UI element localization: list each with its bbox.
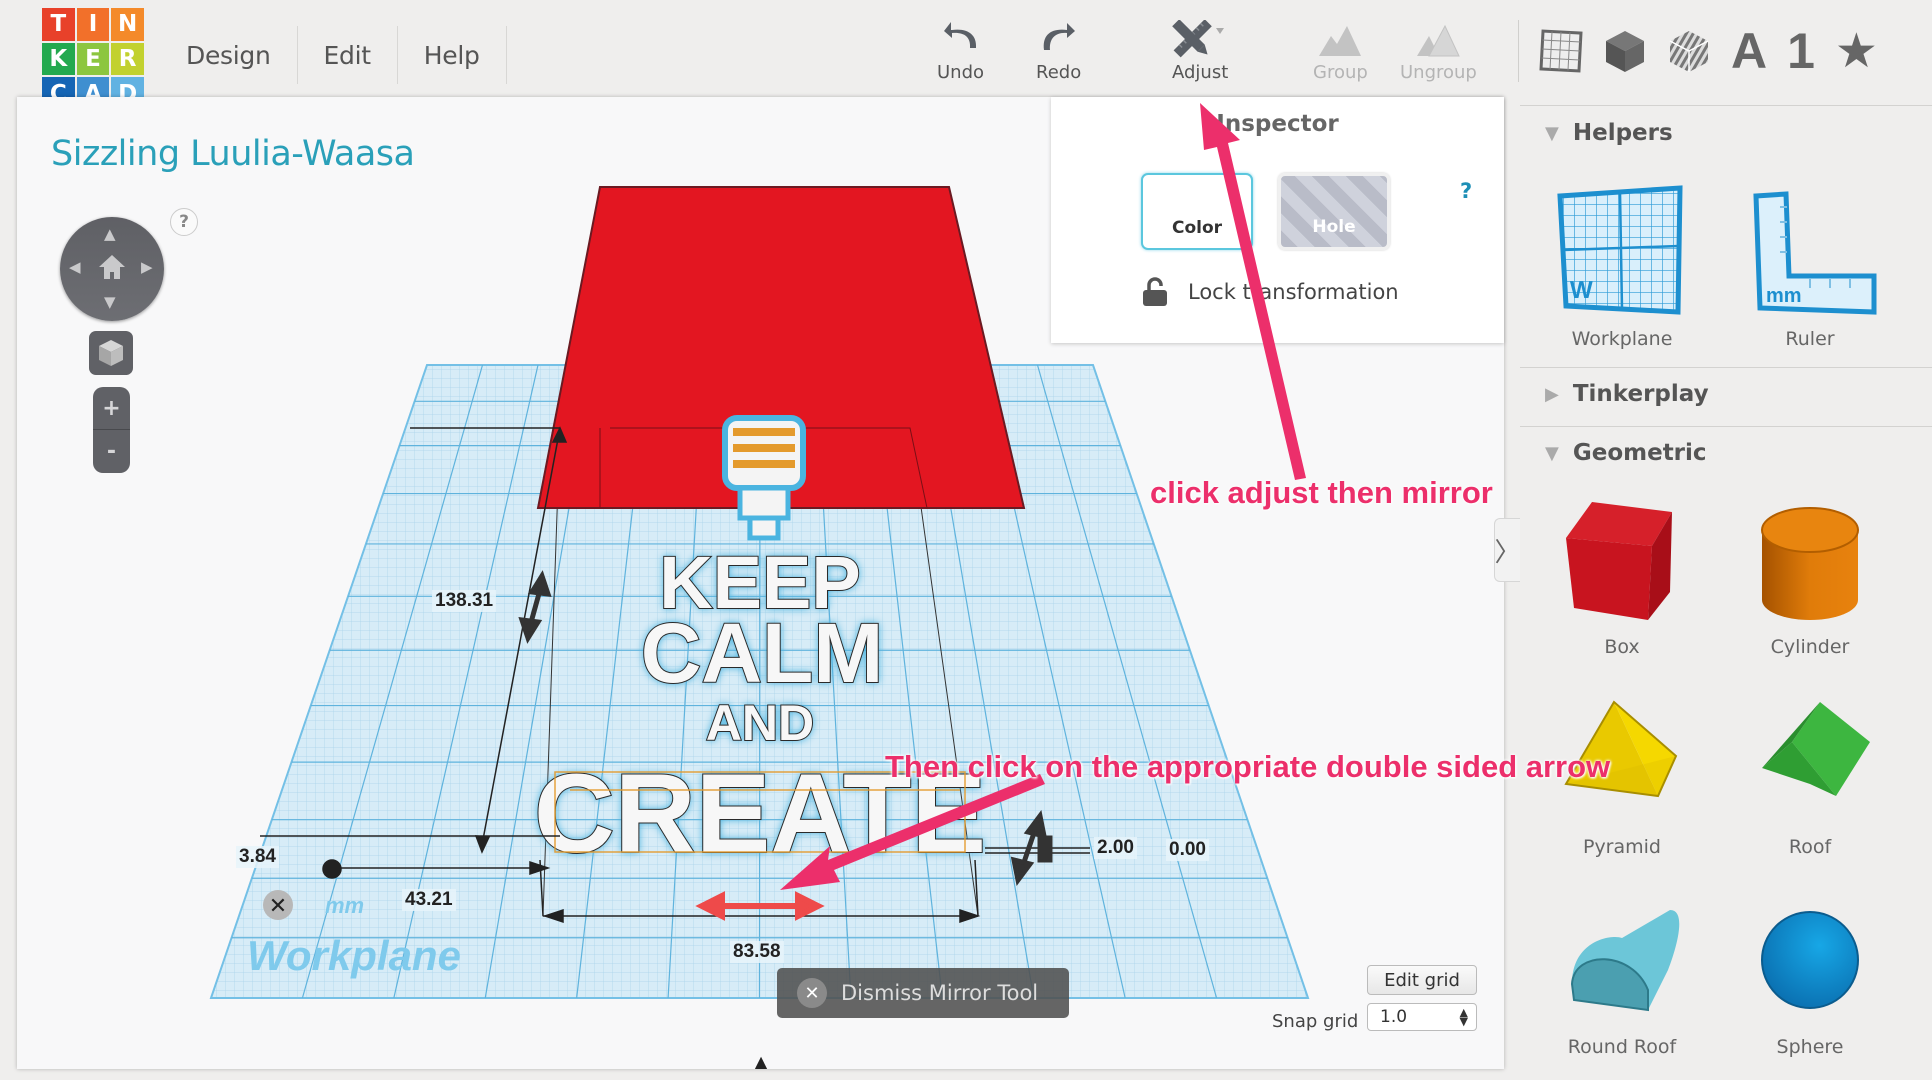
home-icon[interactable] bbox=[98, 254, 126, 280]
lock-transformation-toggle[interactable]: Lock transformation bbox=[1142, 277, 1399, 307]
shape-box[interactable]: Box bbox=[1532, 500, 1712, 658]
zoom-control: + - bbox=[93, 387, 130, 473]
sidebar-collapse-button[interactable]: 〉 bbox=[1494, 518, 1521, 582]
expanded-triangle-icon: ▼ bbox=[1545, 442, 1559, 464]
section-divider bbox=[1520, 426, 1932, 427]
dismiss-label: Dismiss Mirror Tool bbox=[841, 981, 1039, 1005]
shape-label: Cylinder bbox=[1770, 636, 1850, 658]
orbit-down-icon[interactable]: ▼ bbox=[104, 293, 116, 311]
inspector-title: Inspector bbox=[1216, 111, 1339, 137]
color-swatch-button[interactable]: Color bbox=[1141, 173, 1253, 250]
svg-text:mm: mm bbox=[1766, 285, 1802, 307]
elevation-value[interactable]: 0.00 bbox=[1166, 839, 1209, 861]
unlock-icon bbox=[1143, 277, 1167, 306]
section-title: Tinkerplay bbox=[1572, 381, 1709, 407]
inspector-help-button[interactable]: ? bbox=[1460, 179, 1472, 203]
depth-value[interactable]: 138.31 bbox=[432, 590, 497, 612]
sphere-shape-icon bbox=[1761, 911, 1859, 1009]
inspector-panel: Inspector Color Hole ? Lock transformati… bbox=[1051, 97, 1504, 343]
shape-roof[interactable]: Roof bbox=[1720, 700, 1900, 858]
shape-label: Ruler bbox=[1785, 328, 1835, 350]
section-helpers-header[interactable]: ▼ Helpers bbox=[1545, 120, 1673, 146]
section-title: Helpers bbox=[1572, 120, 1673, 146]
section-geometric-header[interactable]: ▼ Geometric bbox=[1545, 440, 1707, 466]
width-value[interactable]: 83.58 bbox=[730, 941, 784, 963]
orbit-up-icon[interactable]: ▲ bbox=[104, 225, 116, 243]
y-offset-value[interactable]: 43.21 bbox=[402, 889, 456, 911]
shape-label: Sphere bbox=[1776, 1036, 1844, 1058]
orbit-left-icon[interactable]: ◀ bbox=[69, 258, 81, 276]
shape-workplane[interactable]: W Workplane bbox=[1532, 182, 1712, 350]
section-tinkerplay-header[interactable]: ▶ Tinkerplay bbox=[1545, 381, 1709, 407]
roof-shape-icon bbox=[1762, 702, 1870, 796]
view-cube-button[interactable] bbox=[89, 331, 133, 375]
orbit-control[interactable]: ▲ ▼ ◀ ▶ bbox=[60, 217, 164, 321]
height-value[interactable]: 2.00 bbox=[1094, 837, 1137, 859]
workplane-watermark: Workplane bbox=[247, 932, 461, 979]
shape-label: Workplane bbox=[1571, 328, 1673, 350]
round-roof-shape-icon bbox=[1570, 910, 1680, 1012]
model-text-and[interactable]: AND bbox=[705, 694, 815, 752]
expanded-triangle-icon: ▼ bbox=[1545, 122, 1559, 144]
ruler-helper-icon: mm bbox=[1753, 191, 1877, 315]
x-offset-value[interactable]: 3.84 bbox=[236, 846, 279, 868]
model-text-calm[interactable]: CALM bbox=[640, 605, 885, 701]
snap-grid-label: Snap grid bbox=[1272, 1011, 1359, 1032]
hole-swatch-button[interactable]: Hole bbox=[1278, 173, 1390, 250]
shape-label: Roof bbox=[1788, 836, 1832, 858]
edit-grid-button[interactable]: Edit grid bbox=[1367, 965, 1477, 995]
tinkercad-app: T I N K E R C A D Design Edit Help Undo … bbox=[0, 0, 1932, 1080]
zoom-in-button[interactable]: + bbox=[93, 387, 130, 430]
stepper-arrows-icon: ▲ ▼ bbox=[1459, 1006, 1468, 1028]
units-label: mm bbox=[325, 893, 364, 918]
shape-cylinder[interactable]: Cylinder bbox=[1720, 500, 1900, 658]
shape-label: Pyramid bbox=[1582, 836, 1661, 858]
snap-grid-select[interactable]: 1.0 ▲ ▼ bbox=[1367, 1003, 1477, 1031]
shape-round-roof[interactable]: Round Roof bbox=[1532, 900, 1712, 1058]
dismiss-mirror-tool-button[interactable]: ✕ Dismiss Mirror Tool bbox=[777, 968, 1069, 1018]
workplane-helper-icon: W bbox=[1557, 185, 1683, 315]
lock-transformation-label: Lock transformation bbox=[1188, 280, 1399, 304]
cylinder-shape-icon bbox=[1761, 507, 1859, 620]
orbit-right-icon[interactable]: ▶ bbox=[141, 258, 153, 276]
svg-text:✕: ✕ bbox=[269, 894, 287, 919]
section-title: Geometric bbox=[1572, 440, 1707, 466]
view-help-button[interactable]: ? bbox=[170, 208, 198, 236]
shape-label: Box bbox=[1604, 636, 1640, 658]
close-icon: ✕ bbox=[797, 978, 827, 1008]
annotation-double-arrow: Then click on the appropriate double sid… bbox=[885, 749, 1611, 784]
shape-label: Round Roof bbox=[1567, 1036, 1677, 1058]
annotation-click-adjust: click adjust then mirror bbox=[1150, 475, 1493, 510]
section-divider bbox=[1520, 367, 1932, 368]
collapsed-triangle-icon: ▶ bbox=[1545, 383, 1559, 405]
cube-view-icon bbox=[99, 340, 123, 366]
shape-sphere[interactable]: Sphere bbox=[1720, 900, 1900, 1058]
design-title[interactable]: Sizzling Luulia-Waasa bbox=[51, 134, 415, 174]
section-divider bbox=[1520, 105, 1932, 106]
box-shape-icon bbox=[1566, 502, 1672, 620]
svg-text:▲: ▲ bbox=[755, 1052, 768, 1071]
snap-grid-value: 1.0 bbox=[1380, 1007, 1408, 1027]
shape-ruler[interactable]: mm Ruler bbox=[1720, 182, 1900, 350]
zoom-out-button[interactable]: - bbox=[93, 430, 130, 473]
svg-text:W: W bbox=[1570, 277, 1593, 304]
